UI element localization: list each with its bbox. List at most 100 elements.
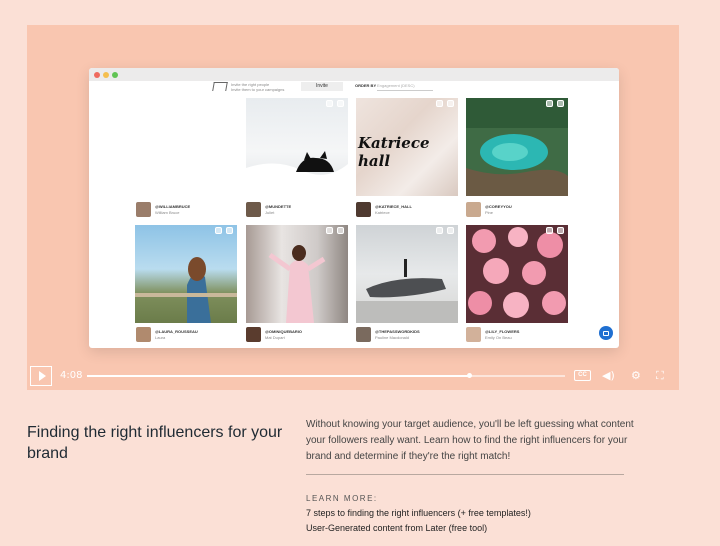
influencer-tile <box>356 225 458 323</box>
tile-handle: @THEPASSWORDKIDS <box>375 329 420 334</box>
avatar <box>466 327 481 342</box>
tile-image-woman <box>246 225 348 323</box>
avatar <box>136 202 151 217</box>
tile-name: William Bruce <box>155 210 180 215</box>
like-icon <box>226 227 233 234</box>
tile-image-blank <box>135 98 237 196</box>
influencer-tile: Katriece hall <box>356 98 458 196</box>
tile-image-cat <box>246 98 348 196</box>
invite-button: Invite <box>301 82 343 91</box>
tile-name: Mat Dupart <box>265 335 285 340</box>
fullscreen-icon[interactable]: ⛶ <box>656 369 664 383</box>
like-icon <box>337 100 344 107</box>
influencer-tile <box>466 225 568 323</box>
tile-image-cove <box>466 98 568 196</box>
avatar <box>246 327 261 342</box>
tile-handle: @OMINIQUEBARIO <box>265 329 303 334</box>
maximize-dot <box>112 71 118 78</box>
captions-button[interactable]: CC <box>574 370 591 381</box>
avatar <box>466 202 481 217</box>
pin-icon <box>326 100 333 107</box>
tile-image-katriece: Katriece hall <box>356 98 458 196</box>
like-icon <box>557 227 564 234</box>
tile-name: Juliet <box>265 210 275 215</box>
app-screenshot-window: Invite the right people Invite them to y… <box>89 68 619 348</box>
katriece-script-text: Katriece hall <box>358 134 430 170</box>
like-icon <box>447 227 454 234</box>
pin-icon <box>215 227 222 234</box>
gear-icon[interactable]: ⚙ <box>631 369 641 382</box>
like-icon <box>557 100 564 107</box>
tile-name: Katriece <box>375 210 390 215</box>
volume-icon[interactable]: ◀) <box>602 369 615 382</box>
minimize-dot <box>103 71 109 78</box>
tile-handle: @WILLIAMBRUCE <box>155 204 191 209</box>
pin-icon <box>546 100 553 107</box>
turquoise-cove-icon <box>466 98 568 196</box>
tile-image-girl <box>135 225 237 323</box>
video-player[interactable]: Invite the right people Invite them to y… <box>27 25 679 390</box>
play-button[interactable] <box>30 366 52 386</box>
pin-icon <box>436 100 443 107</box>
chat-icon <box>599 326 613 340</box>
tile-name: Emily On Beau <box>485 335 512 340</box>
tile-name: Pauline Macdonald <box>375 335 410 340</box>
woman-in-pink-icon <box>268 245 326 323</box>
progress-handle[interactable] <box>467 373 473 378</box>
window-titlebar <box>89 68 619 81</box>
divider <box>306 474 624 475</box>
tile-caption: @LAURA_ROUSSEAU Laura <box>136 326 238 344</box>
tile-handle: @LAURA_ROUSSEAU <box>155 329 198 334</box>
tile-caption: @WILLIAMBRUCE William Bruce <box>136 201 238 219</box>
avatar <box>246 202 261 217</box>
learn-more-label: LEARN MORE: <box>306 494 378 503</box>
influencer-tile <box>135 225 237 323</box>
tile-name: Pine <box>485 210 494 215</box>
tile-caption: @LILY_FLOWERS Emily On Beau <box>466 326 568 344</box>
tile-image-plane <box>356 225 458 323</box>
tile-handle: @COREYYOU <box>485 204 512 209</box>
tile-name: Laura <box>155 335 166 340</box>
link-ugc-tool[interactable]: User-Generated content from Later (free … <box>306 523 487 533</box>
play-icon <box>38 371 46 381</box>
avatar <box>136 327 151 342</box>
close-dot <box>94 71 100 78</box>
tile-caption: @THEPASSWORDKIDS Pauline Macdonald <box>356 326 458 344</box>
influencer-tile <box>466 98 568 196</box>
tile-caption: @COREYYOU Pine <box>466 201 568 219</box>
order-by-label: ORDER BY <box>355 83 377 88</box>
invite-subtitle: Invite them to your campaigns <box>231 87 285 92</box>
tile-image-flowers <box>466 225 568 323</box>
avatar <box>356 202 371 217</box>
section-heading: Finding the right influencers for your b… <box>27 424 283 462</box>
link-influencer-steps[interactable]: 7 steps to finding the right influencers… <box>306 508 531 518</box>
like-icon <box>337 227 344 234</box>
pink-flowers-icon <box>468 227 566 318</box>
time-display: 4:08 <box>60 370 83 381</box>
tile-handle: @MUNDETTE <box>265 204 292 209</box>
avatar <box>356 327 371 342</box>
influencer-tile <box>135 98 237 196</box>
pin-icon <box>546 227 553 234</box>
pin-icon <box>436 227 443 234</box>
black-cat-in-snow-icon <box>246 151 348 196</box>
order-by-select: Engagement (DESC) <box>377 82 433 91</box>
girl-city-view-icon <box>135 257 237 323</box>
pin-icon <box>326 227 333 234</box>
progress-fill <box>87 375 470 377</box>
like-icon <box>447 100 454 107</box>
tile-caption: @MUNDETTE Juliet <box>246 201 348 219</box>
tile-caption: @OMINIQUEBARIO Mat Dupart <box>246 326 348 344</box>
logo-icon <box>212 82 228 91</box>
progress-bar[interactable] <box>87 373 565 378</box>
invite-text: Invite the right people Invite them to y… <box>231 82 284 92</box>
influencer-tile <box>246 98 348 196</box>
plane-wreck-icon <box>356 259 458 323</box>
tile-handle: @KATRIECE_HALL <box>375 204 412 209</box>
app-toolbar: Invite the right people Invite them to y… <box>89 81 619 98</box>
influencer-tile <box>246 225 348 323</box>
section-description: Without knowing your target audience, yo… <box>306 419 634 462</box>
tile-handle: @LILY_FLOWERS <box>485 329 520 334</box>
tile-caption: @KATRIECE_HALL Katriece <box>356 201 458 219</box>
player-controls: 4:08 CC ◀) ⚙ ⛶ <box>27 364 679 390</box>
